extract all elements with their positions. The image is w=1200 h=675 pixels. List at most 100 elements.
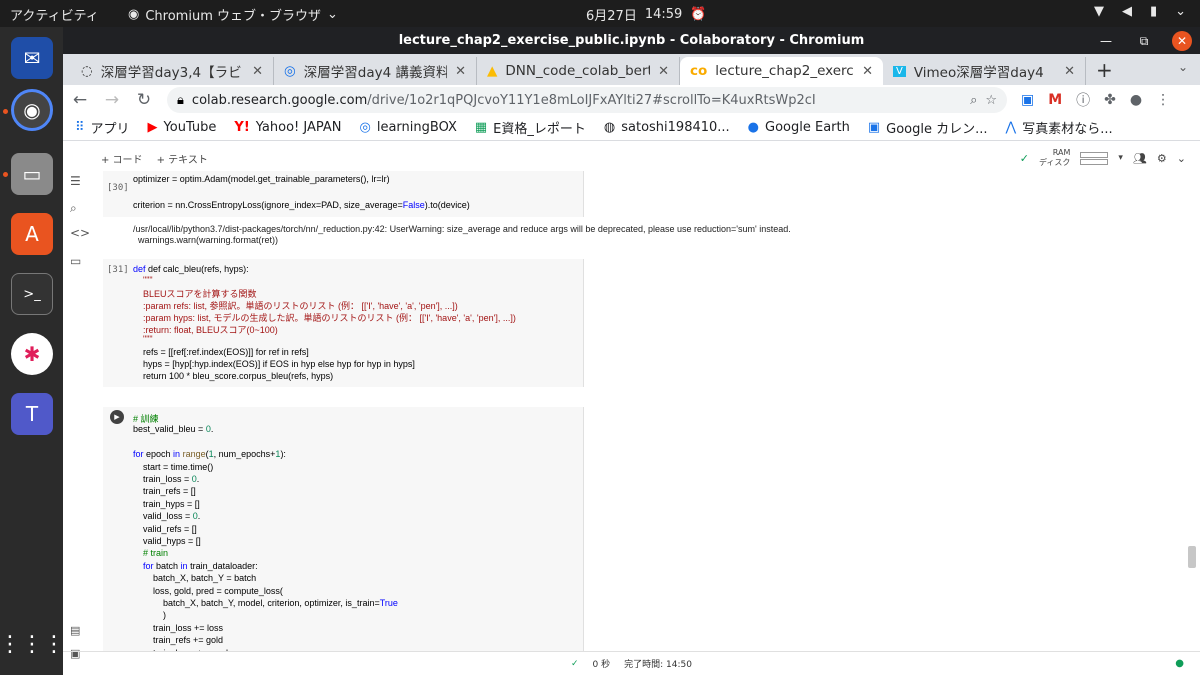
bookmark-photo[interactable]: ⋀ 写真素材なら... — [1006, 118, 1113, 137]
bookmark-youtube[interactable]: ▶ YouTube — [148, 120, 217, 135]
running-indicator — [3, 172, 8, 177]
photo-icon: ⋀ — [1005, 120, 1017, 135]
thunderbird-icon[interactable]: ✉ — [11, 37, 53, 79]
tab-3[interactable]: ▲ DNN_code_colab_bert1b ✕ — [477, 57, 680, 85]
close-tab-icon[interactable]: ✕ — [658, 64, 669, 79]
activities-button[interactable]: アクティビティ — [10, 5, 99, 24]
connected-check-icon: ✓ — [1019, 151, 1029, 165]
vimeo-icon: V — [893, 65, 906, 77]
minimize-button[interactable]: — — [1096, 31, 1116, 51]
youtube-icon: ▶ — [147, 120, 158, 135]
back-button[interactable]: ← — [71, 90, 89, 110]
address-bar[interactable]: 🔒︎ colab.research.google.com/drive/1o2r1… — [167, 87, 1007, 113]
teams-icon[interactable]: T — [11, 393, 53, 435]
tab-search-icon[interactable]: ⌄ — [1178, 60, 1188, 74]
tab-2[interactable]: ◎ 深層学習day4 講義資料 ✕ — [274, 57, 477, 85]
code-text: criterion = nn.CrossEntropyLoss(ignore_i… — [133, 200, 403, 210]
code-line: train_refs += gold — [133, 635, 224, 646]
code-line: ) — [133, 610, 167, 621]
zoom-search-icon[interactable]: ⌕ — [970, 93, 977, 108]
command-palette-icon[interactable]: ▤ — [70, 624, 80, 637]
toc-icon[interactable]: ☰ — [70, 174, 81, 188]
bookmark-apps[interactable]: ⠿ アプリ — [75, 118, 130, 137]
extensions-puzzle-icon[interactable]: ✤ — [1104, 92, 1116, 108]
dock: ✉ ◉ ▭ A >_ ✱ T ⋮⋮⋮ — [0, 27, 65, 675]
code-line: start = time.time() — [133, 461, 214, 472]
share-people-icon[interactable]: 👥︎ — [1133, 152, 1147, 165]
files-icon[interactable]: ▭ — [11, 153, 53, 195]
system-tray[interactable]: ▼ ◀ ▮ ⌄ — [1094, 4, 1186, 19]
forward-button[interactable]: → — [103, 90, 121, 110]
new-tab-button[interactable]: + — [1086, 57, 1123, 85]
gmail-icon[interactable]: M — [1048, 92, 1062, 108]
clock[interactable]: 6月27日 14:59 ⏰ — [586, 5, 706, 24]
files-icon[interactable]: ▭ — [70, 254, 81, 268]
add-code-button[interactable]: + コード — [101, 151, 143, 166]
terminal-icon[interactable]: >_ — [11, 273, 53, 315]
tab-label: DNN_code_colab_bert1b — [505, 63, 650, 79]
close-tab-icon[interactable]: ✕ — [862, 64, 873, 79]
close-tab-icon[interactable]: ✕ — [455, 64, 466, 79]
bookmark-calendar[interactable]: ▣ Google カレン... — [868, 118, 988, 137]
code-line: """ — [133, 334, 153, 344]
collapse-chevron-icon[interactable]: ⌄ — [1177, 152, 1186, 165]
chromium-dock-icon[interactable]: ◉ — [11, 89, 53, 131]
close-tab-icon[interactable]: ✕ — [1064, 64, 1075, 79]
close-tab-icon[interactable]: ✕ — [252, 64, 263, 79]
calendar-icon: ▣ — [867, 120, 881, 135]
close-window-button[interactable]: ✕ — [1172, 31, 1192, 51]
software-store-icon[interactable]: A — [11, 213, 53, 255]
settings-gear-icon[interactable]: ⚙ — [1157, 152, 1167, 165]
add-text-button[interactable]: + テキスト — [157, 151, 208, 166]
show-apps-icon[interactable]: ⋮⋮⋮ — [0, 623, 65, 665]
cell-output: warnings.warn(warning.format(ret)) — [133, 235, 279, 245]
tab-5[interactable]: V Vimeo深層学習day4 ✕ — [883, 57, 1086, 85]
code-line: train_hyps = [] — [133, 498, 200, 509]
code-line: """ — [133, 275, 153, 285]
code-line: hyps = [hyp[:hyp.index(EOS)] if EOS in h… — [133, 359, 415, 369]
bookmark-label: satoshi198410... — [621, 120, 730, 135]
run-cell-button[interactable]: ▶ — [110, 410, 124, 424]
cells-area: [30] optimizer = optim.Adam(model.get_tr… — [103, 171, 1183, 651]
bookmark-label: Yahoo! JAPAN — [255, 120, 342, 135]
info-icon[interactable]: ⓘ — [1076, 90, 1090, 110]
maximize-button[interactable]: ⧉ — [1134, 31, 1154, 51]
scrollbar-thumb[interactable] — [1188, 546, 1196, 568]
bookmark-star-icon[interactable]: ☆ — [985, 93, 997, 108]
code-line: :return: float, BLEUスコア(0~100) — [133, 325, 278, 335]
resource-labels: RAM ディスク — [1039, 148, 1070, 168]
url-path: /drive/1o2r1qPQJcvoY11Y1e8mLoIJFxAYlti27… — [367, 92, 816, 108]
tab-label: 深層学習day3,4【ラビッ — [100, 65, 245, 81]
search-icon[interactable]: ⌕ — [70, 201, 77, 216]
tab-1[interactable]: ◌ 深層学習day3,4【ラビッ ✕ — [71, 57, 274, 85]
lock-icon: 🔒︎ — [177, 92, 184, 108]
code-line: valid_refs = [] — [133, 523, 197, 534]
bookmark-learningbox[interactable]: ◎ learningBOX — [360, 120, 457, 135]
date: 6月27日 — [586, 9, 637, 24]
learningbox-icon: ◎ — [284, 63, 296, 79]
app-menu[interactable]: ◉ Chromium ウェブ・ブラウザ ⌄ — [128, 5, 338, 24]
reload-button[interactable]: ↻ — [135, 90, 153, 110]
code-line: loss, gold, pred = compute_loss( — [133, 585, 283, 596]
tab-4-active[interactable]: co lecture_chap2_exercise_ ✕ — [680, 57, 883, 85]
bookmark-yahoo[interactable]: Y! Yahoo! JAPAN — [234, 120, 341, 135]
profile-avatar[interactable]: ● — [1130, 92, 1142, 108]
code-keyword: False — [402, 200, 425, 210]
extension-icon[interactable]: ▣ — [1021, 92, 1034, 108]
code-snippets-icon[interactable]: <> — [70, 226, 90, 240]
bookmark-github[interactable]: ◍ satoshi198410... — [604, 120, 730, 135]
code-line: def def calc_bleu(refs, hyps): — [133, 264, 249, 274]
colab-icon: co — [690, 63, 708, 79]
more-menu-icon[interactable]: ⋮ — [1156, 92, 1170, 108]
code-line: valid_hyps = [] — [133, 536, 201, 546]
execution-count: [30] — [107, 183, 129, 193]
bookmark-report[interactable]: ▦ E資格_レポート — [475, 118, 586, 137]
disk-label: ディスク — [1038, 158, 1071, 167]
bookmark-earth[interactable]: ● Google Earth — [748, 120, 850, 135]
yahoo-icon: Y! — [234, 120, 250, 135]
apps-grid-icon: ⠿ — [75, 120, 85, 135]
resource-bars[interactable] — [1080, 151, 1109, 166]
slack-icon[interactable]: ✱ — [11, 333, 53, 375]
code-line: train_loss = 0. — [133, 474, 200, 484]
chevron-down-icon[interactable]: ▾ — [1118, 153, 1123, 163]
